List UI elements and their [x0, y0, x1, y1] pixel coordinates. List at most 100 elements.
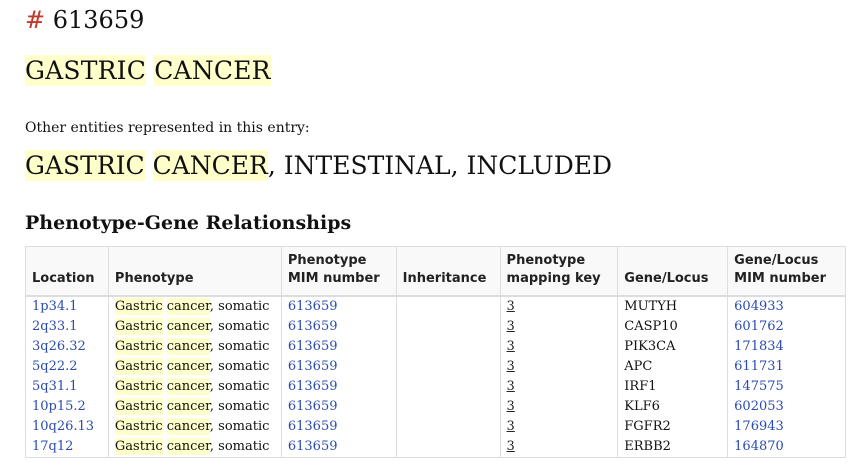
included-word-1: GASTRIC	[25, 150, 145, 181]
phenotype-word-2: cancer	[166, 298, 210, 315]
phenotype-mim-link[interactable]: 613659	[288, 299, 338, 314]
phenotype-mim-link[interactable]: 613659	[288, 379, 338, 394]
cell-gene-mim: 176943	[727, 417, 846, 437]
cell-gene-mim: 611731	[727, 357, 846, 377]
mapping-key-link[interactable]: 3	[507, 319, 515, 334]
phenotype-gene-table: Location Phenotype Phenotype MIM number I…	[25, 246, 846, 458]
mapping-key-link[interactable]: 3	[507, 299, 515, 314]
gene-mim-link[interactable]: 604933	[734, 299, 784, 314]
phenotype-word-1: Gastric	[114, 398, 163, 415]
cell-gene: ERBB2	[617, 437, 729, 458]
location-link[interactable]: 17q12	[32, 439, 73, 454]
table-row: 1p34.1 Gastric cancer, somatic 613659 3 MUTY…	[25, 296, 846, 317]
phenotype-word-2: cancer	[166, 318, 210, 335]
table-row: 5q31.1 Gastric cancer, somatic 613659 3 IRF1…	[25, 377, 846, 397]
phenotype-word-2: cancer	[166, 418, 210, 435]
header-location: Location	[25, 246, 109, 297]
table-row: 10q26.13 Gastric cancer, somatic 613659 3 FG…	[25, 417, 846, 437]
cell-mapping-key: 3	[499, 296, 619, 317]
cell-mapping-key: 3	[499, 377, 619, 397]
phenotype-rest: , somatic	[209, 299, 270, 314]
phenotype-mim-link[interactable]: 613659	[288, 439, 338, 454]
location-link[interactable]: 2q33.1	[32, 319, 78, 334]
gene-mim-link[interactable]: 176943	[734, 419, 784, 434]
cell-location: 5q22.2	[25, 357, 109, 377]
cell-location: 10q26.13	[25, 417, 109, 437]
cell-mapping-key: 3	[499, 437, 619, 458]
cell-phenotype: Gastric cancer, somatic	[107, 317, 282, 337]
mapping-key-link[interactable]: 3	[507, 439, 515, 454]
cell-gene-mim: 147575	[727, 377, 846, 397]
gene-mim-link[interactable]: 164870	[734, 439, 784, 454]
header-phenotype: Phenotype	[107, 246, 282, 297]
cell-gene: PIK3CA	[617, 337, 729, 357]
cell-phenotype-mim: 613659	[280, 417, 397, 437]
gene-mim-link[interactable]: 147575	[734, 379, 784, 394]
cell-gene: MUTYH	[617, 296, 729, 317]
mapping-key-link[interactable]: 3	[507, 419, 515, 434]
mapping-key-link[interactable]: 3	[507, 339, 515, 354]
header-inheritance: Inheritance	[395, 246, 501, 297]
phenotype-mim-link[interactable]: 613659	[288, 339, 338, 354]
cell-gene-mim: 601762	[727, 317, 846, 337]
location-link[interactable]: 3q26.32	[32, 339, 86, 354]
cell-location: 17q12	[25, 437, 109, 458]
phenotype-word-2: cancer	[166, 438, 210, 455]
cell-phenotype: Gastric cancer, somatic	[107, 437, 282, 458]
location-link[interactable]: 5q22.2	[32, 359, 78, 374]
cell-location: 5q31.1	[25, 377, 109, 397]
phenotype-mim-link[interactable]: 613659	[288, 319, 338, 334]
cell-phenotype: Gastric cancer, somatic	[107, 357, 282, 377]
location-link[interactable]: 10q26.13	[32, 419, 94, 434]
cell-gene: APC	[617, 357, 729, 377]
table-header-row: Location Phenotype Phenotype MIM number I…	[25, 246, 846, 297]
cell-mapping-key: 3	[499, 417, 619, 437]
table-row: 5q22.2 Gastric cancer, somatic 613659 3 APC 6…	[25, 357, 846, 377]
phenotype-rest: , somatic	[209, 339, 270, 354]
phenotype-mim-link[interactable]: 613659	[288, 359, 338, 374]
phenotype-word-2: cancer	[166, 398, 210, 415]
included-rest: , INTESTINAL, INCLUDED	[267, 151, 613, 180]
page-title: GASTRIC CANCER	[25, 53, 271, 89]
hash-symbol: #	[25, 6, 46, 34]
gene-mim-link[interactable]: 171834	[734, 339, 784, 354]
gene-mim-link[interactable]: 601762	[734, 319, 784, 334]
cell-phenotype: Gastric cancer, somatic	[107, 377, 282, 397]
location-link[interactable]: 1p34.1	[32, 299, 78, 314]
cell-phenotype: Gastric cancer, somatic	[107, 397, 282, 417]
cell-inheritance	[395, 296, 501, 317]
mapping-key-link[interactable]: 3	[507, 399, 515, 414]
location-link[interactable]: 5q31.1	[32, 379, 78, 394]
phenotype-rest: , somatic	[209, 359, 270, 374]
cell-phenotype-mim: 613659	[280, 317, 397, 337]
cell-phenotype-mim: 613659	[280, 296, 397, 317]
phenotype-word-1: Gastric	[114, 338, 163, 355]
cell-location: 3q26.32	[25, 337, 109, 357]
phenotype-mim-link[interactable]: 613659	[288, 419, 338, 434]
phenotype-mim-link[interactable]: 613659	[288, 399, 338, 414]
cell-phenotype: Gastric cancer, somatic	[107, 337, 282, 357]
cell-mapping-key: 3	[499, 397, 619, 417]
header-gene-locus: Gene/Locus	[617, 246, 729, 297]
cell-phenotype: Gastric cancer, somatic	[107, 296, 282, 317]
cell-inheritance	[395, 357, 501, 377]
gene-mim-link[interactable]: 602053	[734, 399, 784, 414]
phenotype-rest: , somatic	[209, 419, 270, 434]
mapping-key-link[interactable]: 3	[507, 359, 515, 374]
phenotype-word-2: cancer	[166, 378, 210, 395]
mapping-key-link[interactable]: 3	[507, 379, 515, 394]
cell-inheritance	[395, 397, 501, 417]
cell-gene-mim: 164870	[727, 437, 846, 458]
cell-inheritance	[395, 437, 501, 458]
cell-mapping-key: 3	[499, 337, 619, 357]
phenotype-word-1: Gastric	[114, 358, 163, 375]
location-link[interactable]: 10p15.2	[32, 399, 86, 414]
cell-location: 2q33.1	[25, 317, 109, 337]
gene-mim-link[interactable]: 611731	[734, 359, 784, 374]
phenotype-word-1: Gastric	[114, 418, 163, 435]
phenotype-rest: , somatic	[209, 399, 270, 414]
cell-location: 10p15.2	[25, 397, 109, 417]
phenotype-word-1: Gastric	[114, 318, 163, 335]
entry-number: # 613659	[25, 5, 144, 35]
cell-gene-mim: 171834	[727, 337, 846, 357]
